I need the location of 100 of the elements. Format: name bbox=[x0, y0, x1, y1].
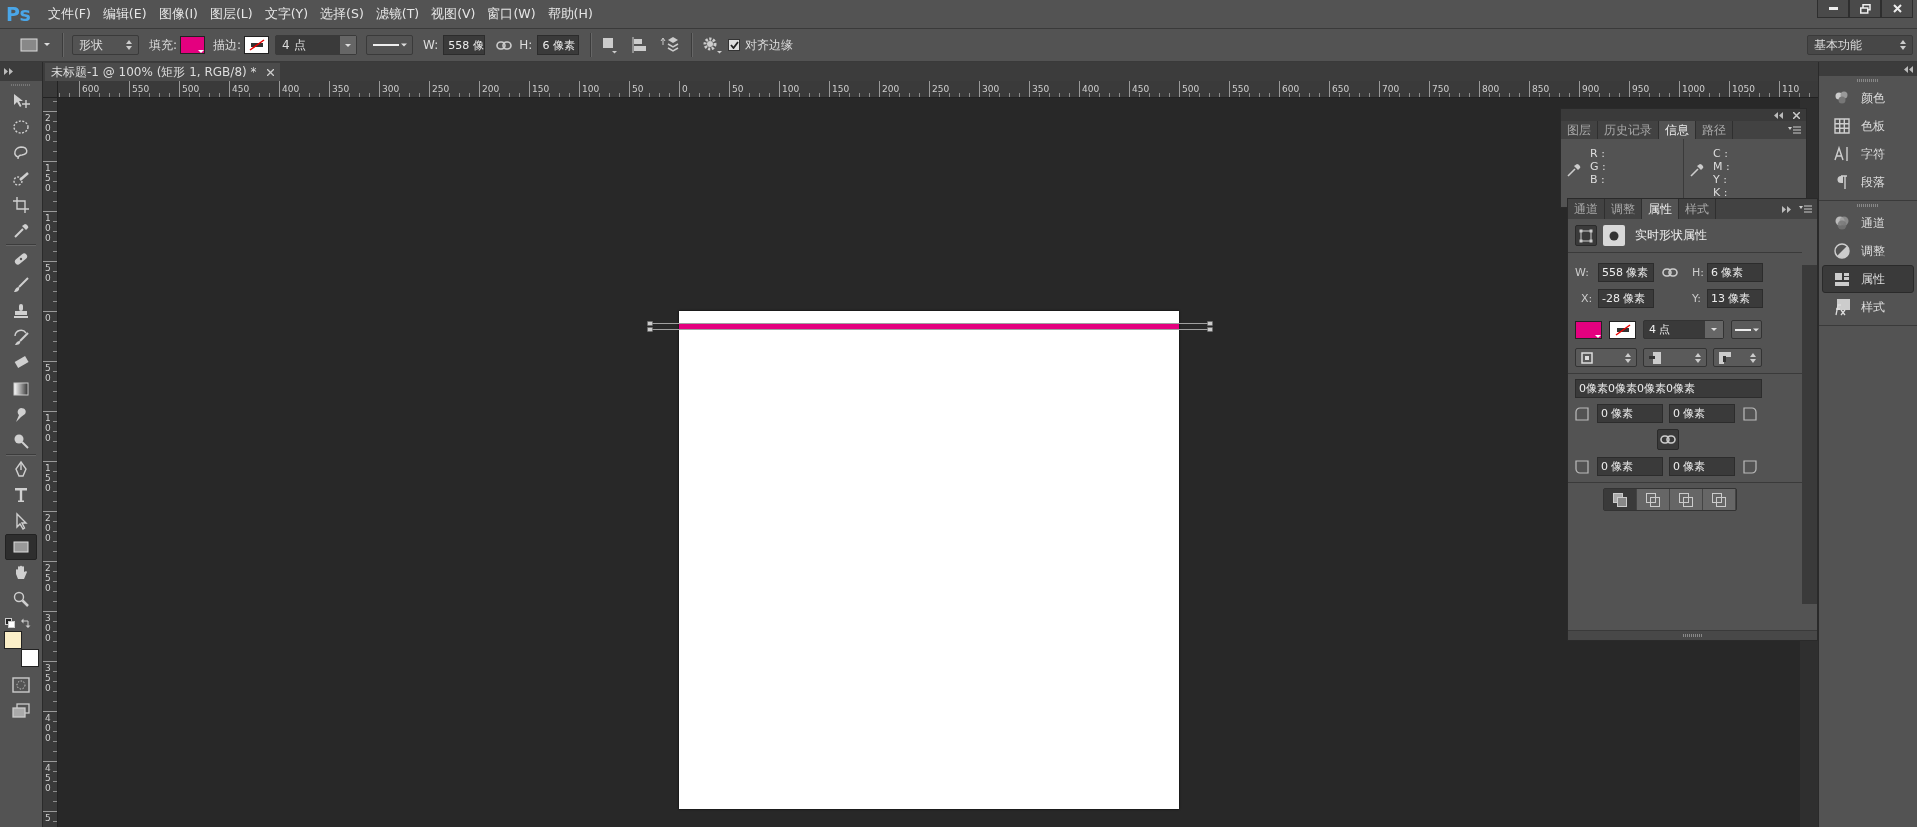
move-icon bbox=[12, 92, 30, 110]
link-icon[interactable] bbox=[1662, 268, 1678, 277]
width-field[interactable]: 558 像素 bbox=[1598, 263, 1654, 282]
rectangle-icon bbox=[12, 538, 30, 556]
corner-radius-field[interactable]: 0 像素 bbox=[1597, 404, 1663, 423]
stroke-cap-dropdown[interactable] bbox=[1643, 348, 1707, 367]
menu-item[interactable]: 视图(V) bbox=[426, 5, 481, 23]
dock-panel-button[interactable]: 属性 bbox=[1822, 265, 1914, 293]
menu-item[interactable]: 文字(Y) bbox=[259, 5, 314, 23]
stroke-color-swatch[interactable] bbox=[244, 36, 270, 54]
stroke-width-dropdown[interactable]: 4 点 bbox=[1643, 320, 1724, 339]
stroke-color-swatch[interactable] bbox=[1609, 320, 1636, 339]
shape-mode-dropdown[interactable]: 形状 bbox=[72, 35, 139, 55]
dock-panel-button[interactable]: 颜色 bbox=[1822, 84, 1914, 112]
align-edges-label: 对齐边缘 bbox=[745, 36, 794, 54]
stroke-corner-dropdown[interactable] bbox=[1713, 348, 1762, 367]
close-icon[interactable] bbox=[1793, 111, 1800, 119]
channel-label: K : bbox=[1713, 186, 1729, 199]
height-field[interactable]: 6 像素 bbox=[1707, 263, 1763, 282]
link-corners-button[interactable] bbox=[1657, 429, 1679, 450]
ruler-label: 550 bbox=[1231, 84, 1250, 94]
corner-radius-field[interactable]: 0像素0像素0像素0像素 bbox=[1575, 379, 1762, 398]
path-arrangement-icon[interactable] bbox=[660, 36, 681, 54]
tool-button[interactable] bbox=[5, 534, 37, 560]
panel-tab[interactable]: 信息 bbox=[1659, 121, 1696, 139]
collapse-icon[interactable] bbox=[1904, 65, 1913, 73]
settings-icon[interactable] bbox=[702, 36, 723, 54]
caret-icon bbox=[345, 43, 352, 47]
brush-icon bbox=[12, 276, 30, 294]
swap-colors-icon[interactable] bbox=[21, 618, 31, 628]
channel-label: G : bbox=[1590, 160, 1606, 173]
ruler-label: 0 bbox=[681, 84, 688, 94]
stroke-width-dropdown[interactable]: 4 点 bbox=[275, 35, 358, 55]
corner-radius-field[interactable]: 0 像素 bbox=[1669, 457, 1735, 476]
menu-item[interactable]: 文件(F) bbox=[42, 5, 96, 23]
minimize-button[interactable] bbox=[1817, 0, 1849, 18]
screen-mode-icon[interactable] bbox=[12, 703, 30, 719]
default-colors-icon[interactable] bbox=[5, 618, 15, 628]
ruler-label: 150 bbox=[531, 84, 550, 94]
rectangle-tool-icon[interactable] bbox=[20, 37, 50, 53]
expand-icon[interactable] bbox=[1782, 205, 1791, 213]
height-label: H: bbox=[519, 38, 533, 52]
menu-item[interactable]: 图像(I) bbox=[153, 5, 203, 23]
path-operation-button[interactable] bbox=[1670, 489, 1703, 510]
close-icon[interactable] bbox=[266, 68, 274, 76]
x-field[interactable]: -28 像素 bbox=[1598, 289, 1654, 308]
path-operation-button[interactable] bbox=[1604, 489, 1637, 510]
path-operation-button[interactable] bbox=[1637, 489, 1670, 510]
mask-toggle[interactable] bbox=[1603, 225, 1625, 246]
fill-color-swatch[interactable] bbox=[1575, 320, 1602, 339]
stroke-type-dropdown[interactable] bbox=[366, 35, 414, 55]
fill-color-swatch[interactable] bbox=[180, 36, 206, 54]
menu-item[interactable]: 帮助(H) bbox=[542, 5, 598, 23]
panel-tab[interactable]: 属性 bbox=[1642, 199, 1679, 219]
ruler-label: 500 bbox=[1181, 84, 1200, 94]
crop-icon bbox=[12, 196, 30, 214]
properties-icon bbox=[1833, 270, 1851, 288]
menu-item[interactable]: 编辑(E) bbox=[97, 5, 152, 23]
caret-icon bbox=[198, 50, 205, 53]
corner-radius-icon bbox=[1743, 459, 1757, 474]
restore-button[interactable] bbox=[1849, 0, 1881, 18]
height-field[interactable]: 6 像素 bbox=[537, 35, 580, 55]
width-field[interactable]: 558 像 bbox=[443, 35, 486, 55]
stroke-type-dropdown[interactable] bbox=[1731, 320, 1762, 339]
dock-panel-button[interactable]: 段落 bbox=[1822, 168, 1914, 196]
link-icon[interactable] bbox=[496, 40, 513, 50]
path-operation-button[interactable] bbox=[1703, 489, 1736, 510]
ruler-label: 50 bbox=[631, 84, 644, 94]
stroke-align-dropdown[interactable] bbox=[1575, 348, 1637, 367]
updown-arrows-icon bbox=[1695, 352, 1701, 363]
close-button[interactable] bbox=[1881, 0, 1913, 18]
path-operations-icon[interactable] bbox=[601, 36, 618, 54]
y-field[interactable]: 13 像素 bbox=[1707, 289, 1763, 308]
corner-radius-field[interactable]: 0 像素 bbox=[1669, 404, 1735, 423]
dock-panel-button[interactable]: 字符 bbox=[1822, 140, 1914, 168]
updown-arrows-icon bbox=[1750, 352, 1756, 363]
menu-item[interactable]: 图层(L) bbox=[204, 5, 258, 23]
quick-mask-icon[interactable] bbox=[12, 677, 30, 693]
dock-panel-button[interactable]: 调整 bbox=[1822, 237, 1914, 265]
dock-panel-button[interactable]: 样式 bbox=[1822, 293, 1914, 321]
corner-radius-field[interactable]: 0 像素 bbox=[1597, 457, 1663, 476]
background-color-swatch[interactable] bbox=[21, 649, 39, 667]
menu-item[interactable]: 选择(S) bbox=[315, 5, 369, 23]
workspace-dropdown[interactable]: 基本功能 bbox=[1807, 35, 1913, 55]
expand-icon[interactable] bbox=[4, 68, 13, 75]
ruler-label: 200 bbox=[45, 114, 52, 144]
menu-item[interactable]: 滤镜(T) bbox=[370, 5, 425, 23]
ruler-label: 250 bbox=[931, 84, 950, 94]
link-icon[interactable] bbox=[1660, 435, 1676, 444]
shape-properties-toggle[interactable] bbox=[1575, 225, 1597, 246]
align-edges-checkbox[interactable] bbox=[728, 39, 741, 51]
type-icon bbox=[12, 486, 30, 504]
channels-icon bbox=[1833, 214, 1851, 232]
panel-menu-icon[interactable] bbox=[1799, 205, 1812, 213]
menu-item[interactable]: 窗口(W) bbox=[482, 5, 541, 23]
foreground-color-swatch[interactable] bbox=[4, 631, 22, 649]
collapse-icon[interactable] bbox=[1774, 111, 1783, 119]
panel-menu-icon[interactable] bbox=[1788, 126, 1801, 134]
dock-panel-button[interactable]: 通道 bbox=[1822, 209, 1914, 237]
dock-panel-button[interactable]: 色板 bbox=[1822, 112, 1914, 140]
